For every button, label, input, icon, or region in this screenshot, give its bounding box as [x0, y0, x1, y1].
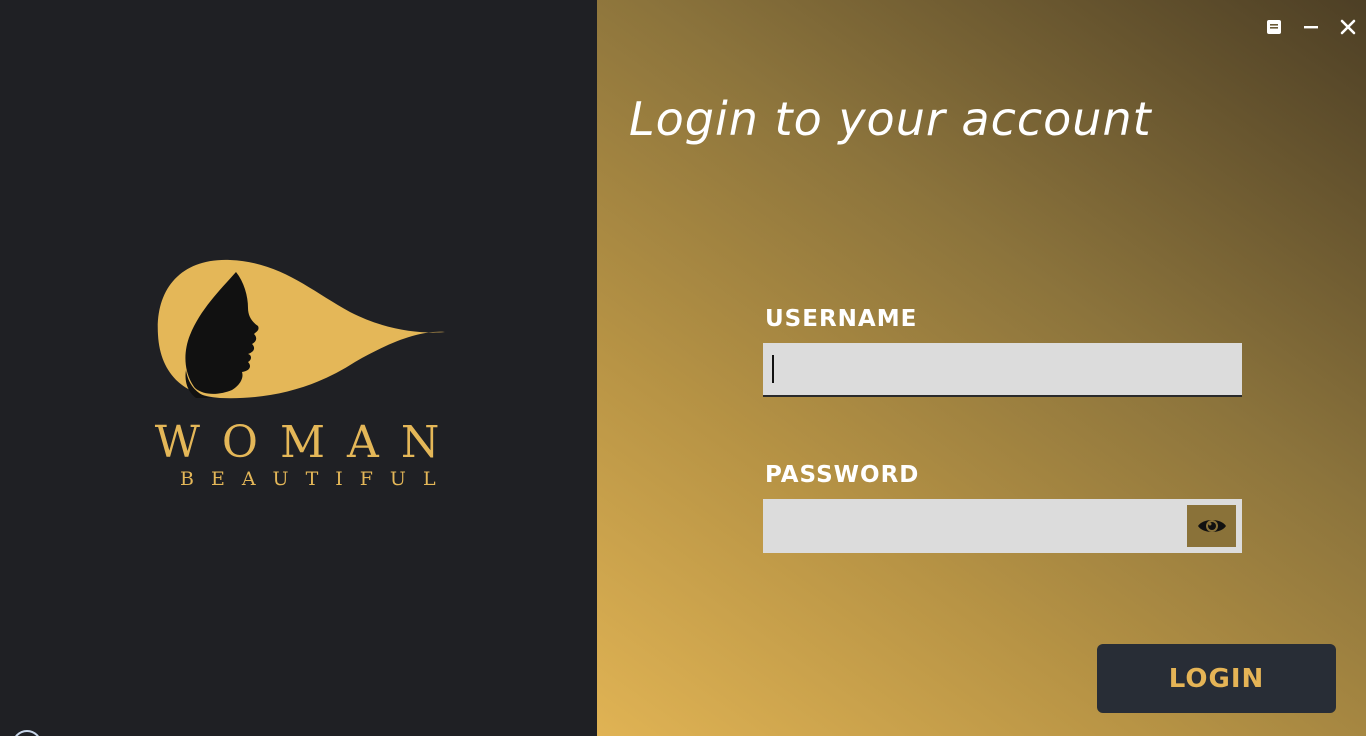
login-panel: Login to your account USERNAME PASSWORD …: [597, 0, 1366, 736]
restore-icon: [1266, 20, 1281, 34]
show-password-button[interactable]: [1187, 505, 1236, 547]
text-caret: [772, 355, 774, 383]
brand-panel: WOMAN BEAUTIFUL: [0, 0, 597, 736]
window-controls: [1255, 14, 1366, 40]
eye-icon: [1197, 520, 1226, 532]
close-icon: [1340, 19, 1355, 35]
brand-logo: WOMAN BEAUTIFUL: [140, 250, 470, 500]
login-window: WOMAN BEAUTIFUL Login to your account US…: [0, 0, 1366, 736]
minimize-button[interactable]: [1292, 14, 1329, 40]
restore-button[interactable]: [1255, 14, 1292, 40]
password-field-container: [763, 499, 1242, 553]
brand-name: WOMAN: [154, 417, 462, 468]
username-label: USERNAME: [765, 306, 918, 332]
username-input[interactable]: [763, 343, 1242, 395]
brand-tagline: BEAUTIFUL: [180, 468, 453, 490]
password-input[interactable]: [763, 499, 1242, 553]
login-title: Login to your account: [629, 92, 1152, 146]
password-label: PASSWORD: [765, 462, 920, 488]
woman-face-logo-icon: [157, 259, 445, 399]
username-field-container: [763, 343, 1242, 397]
corner-circle-icon: [12, 730, 42, 736]
minimize-icon: [1303, 26, 1318, 29]
login-button[interactable]: LOGIN: [1097, 644, 1336, 713]
close-button[interactable]: [1329, 14, 1366, 40]
